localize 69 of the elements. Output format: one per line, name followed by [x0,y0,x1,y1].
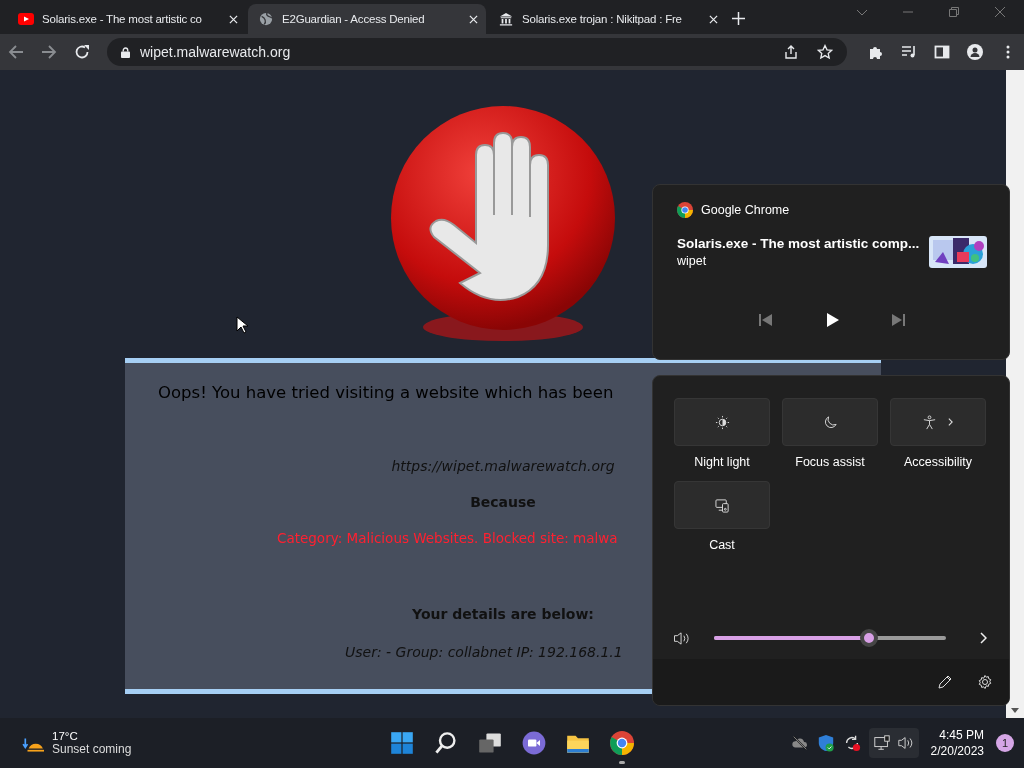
side-panel-icon[interactable] [934,44,950,60]
star-icon[interactable] [817,44,833,60]
media-title: Solaris.exe - The most artistic comp... [677,236,920,251]
speaker-icon [896,734,915,752]
chrome-icon[interactable] [610,731,634,755]
building-icon [498,12,514,26]
restore-icon[interactable] [948,6,960,18]
scroll-down-icon[interactable] [1011,708,1019,714]
cast-icon [714,497,730,513]
video-chat-icon[interactable] [522,731,546,755]
chevron-right-icon [947,417,954,427]
time: 4:45 PM [938,727,984,743]
chevron-right-icon[interactable] [979,632,987,644]
date: 2/20/2023 [930,743,984,759]
brightness-icon [714,414,730,430]
reload-icon[interactable] [74,44,90,60]
running-indicator [619,761,625,764]
previous-icon[interactable] [758,312,774,328]
new-tab-icon[interactable] [732,12,745,25]
profile-icon[interactable] [967,44,983,60]
next-icon[interactable] [890,312,906,328]
shield-icon[interactable] [816,734,835,752]
cursor-icon [236,316,248,334]
playlist-icon[interactable] [901,44,917,60]
search-icon[interactable] [434,731,458,755]
network-icon [872,734,891,752]
task-view-icon[interactable] [478,731,502,755]
temperature: 17°C [52,730,79,742]
blocked-url: https://wipet.malwarewatch.org [391,458,615,474]
user-details: User: - Group: collabnet IP: 192.168.1.1 [345,644,623,660]
network-volume-button[interactable] [868,728,919,758]
browser-tab[interactable]: E2Guardian - Access Denied [248,4,486,34]
heading: Oops! You have tried visiting a website which has been [158,383,614,402]
slider-thumb[interactable] [860,629,879,647]
cloud-off-icon[interactable] [790,734,809,752]
clock[interactable]: 4:45 PM 2/20/2023 [926,727,988,759]
quick-setting-tile[interactable] [674,398,770,446]
tile-label: Cast [709,538,735,552]
address-bar[interactable]: wipet.malwarewatch.org [107,38,847,66]
chrome-icon [677,202,693,218]
tile-label: Night light [694,455,750,469]
quick-setting-tile[interactable] [782,398,878,446]
pencil-icon[interactable] [937,674,953,690]
quick-setting-tile[interactable] [890,398,986,446]
tile-label: Accessibility [903,455,973,469]
because-label: Because [470,494,536,510]
notification-badge[interactable]: 1 [996,734,1014,752]
accessibility-icon [922,414,937,430]
moon-icon [822,414,838,430]
media-artist: wipet [677,254,708,268]
start-icon[interactable] [390,731,414,755]
video-play-icon [18,12,34,26]
forward-icon[interactable] [41,44,57,60]
weather-text: Sunset coming [52,742,132,756]
tile-label: Focus assist [795,455,865,469]
quick-setting-tile[interactable] [674,481,770,529]
block-reason: Category: Malicious Websites. Blocked site: malwa [277,530,618,546]
speaker-icon[interactable] [673,630,691,646]
browser-tab[interactable]: Solaris.exe trojan : Nikitpad : Fre [488,4,726,34]
settings-icon[interactable] [977,674,993,690]
puzzle-icon[interactable] [868,44,884,60]
lock-icon [121,46,130,58]
details-heading: Your details are below: [412,606,594,622]
app-name: Google Chrome [701,203,790,217]
play-icon[interactable] [824,312,840,328]
back-icon[interactable] [8,44,24,60]
browser-tab[interactable]: Solaris.exe - The most artistic co [8,4,246,34]
globe-icon [258,12,274,26]
share-icon[interactable] [783,44,799,60]
